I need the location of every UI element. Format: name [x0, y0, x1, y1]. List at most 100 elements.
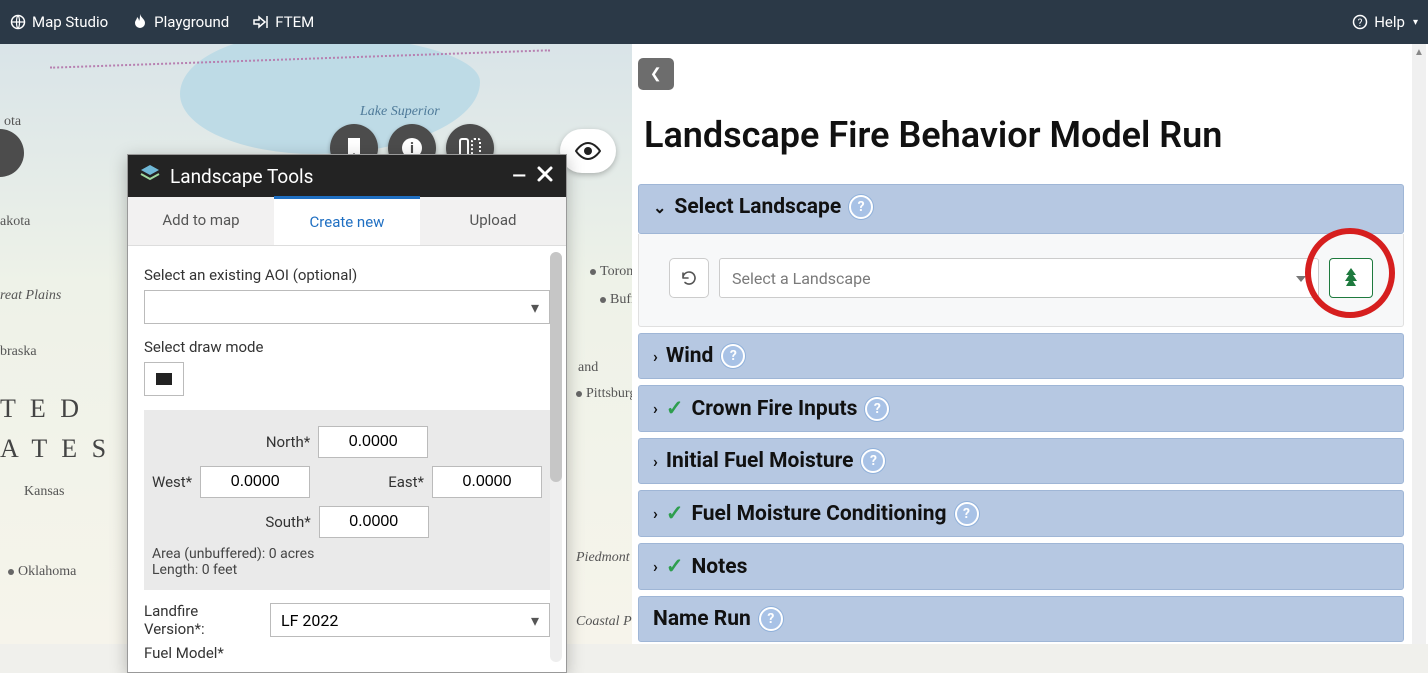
landfire-version-select[interactable]: LF 2022 — [270, 603, 550, 637]
east-input[interactable] — [432, 466, 542, 498]
aoi-select[interactable] — [144, 290, 550, 324]
map-label-plains: reat Plains — [0, 288, 61, 304]
help-badge-icon[interactable]: ? — [849, 195, 873, 219]
chevron-right-icon: › — [653, 399, 658, 418]
nav-map-studio-label: Map Studio — [32, 13, 108, 31]
area-line: Area (unbuffered): 0 acres — [152, 546, 542, 562]
section-select-landscape-label: Select Landscape — [674, 195, 841, 219]
coordinate-box: North* West* East* South* Area (unbuffer… — [144, 410, 550, 590]
tools-title: Landscape Tools — [170, 165, 502, 188]
section-name-run-label: Name Run — [653, 607, 751, 631]
map-label-pittsburgh: Pittsburgl — [576, 386, 632, 402]
help-badge-icon[interactable]: ? — [865, 397, 889, 421]
help-icon: ? — [1352, 14, 1368, 30]
chevron-right-icon: › — [653, 504, 658, 523]
west-label: West* — [152, 473, 192, 491]
panel-back-button[interactable]: ❮ — [638, 58, 674, 90]
map-label-toronto: Toront — [590, 264, 632, 280]
check-icon: ✓ — [666, 554, 684, 579]
map-label-oklahoma: Oklahoma — [8, 564, 76, 580]
nav-help-label: Help — [1374, 13, 1405, 31]
landscape-select-placeholder: Select a Landscape — [732, 269, 871, 288]
section-initial-fuel-label: Initial Fuel Moisture — [666, 449, 854, 473]
check-icon: ✓ — [666, 501, 684, 526]
help-badge-icon[interactable]: ? — [955, 502, 979, 526]
right-scrollbar[interactable]: ▲ — [1412, 44, 1426, 644]
section-select-landscape[interactable]: ⌄ Select Landscape ? — [638, 184, 1404, 234]
accordion: ⌄ Select Landscape ? Select a Landscape … — [638, 184, 1404, 644]
select-landscape-body: Select a Landscape — [638, 234, 1404, 327]
refresh-button[interactable] — [669, 258, 709, 298]
tab-create-new[interactable]: Create new — [274, 196, 420, 245]
map-left-expand-button[interactable] — [0, 129, 24, 177]
create-landscape-button[interactable] — [1329, 258, 1373, 298]
eye-icon — [575, 142, 601, 160]
help-badge-icon[interactable]: ? — [721, 344, 745, 368]
section-wind[interactable]: › Wind ? — [638, 333, 1404, 379]
tools-scrollbar-thumb[interactable] — [550, 252, 562, 482]
nav-playground-label: Playground — [154, 13, 229, 31]
tab-add-to-map[interactable]: Add to map — [128, 197, 274, 245]
north-label: North* — [266, 433, 310, 451]
landfire-version-label: Landfire Version*: — [144, 602, 254, 638]
section-crown-fire[interactable]: › ✓ Crown Fire Inputs ? — [638, 385, 1404, 432]
layers-icon — [140, 164, 160, 189]
close-button[interactable] — [536, 165, 554, 188]
right-panel: ▲ ❯ ❮ Landscape Fire Behavior Model Run … — [632, 44, 1428, 644]
chevron-right-icon: › — [653, 347, 658, 366]
flame-icon — [132, 14, 148, 30]
landscape-tools-panel: Landscape Tools — Add to map Create new … — [127, 154, 567, 673]
map-label-ates: A T E S — [0, 434, 110, 464]
section-wind-label: Wind — [666, 344, 714, 368]
chevron-down-icon: ⌄ — [653, 198, 666, 217]
top-nav: Map Studio Playground FTEM ? Help — [0, 0, 1428, 44]
nav-ftem[interactable]: FTEM — [253, 13, 314, 31]
map-label-kansas: Kansas — [24, 484, 64, 500]
help-badge-icon[interactable]: ? — [861, 449, 885, 473]
section-initial-fuel[interactable]: › Initial Fuel Moisture ? — [638, 438, 1404, 484]
section-fuel-conditioning-label: Fuel Moisture Conditioning — [691, 502, 946, 526]
landscape-select[interactable]: Select a Landscape — [719, 258, 1319, 298]
minimize-button[interactable]: — — [512, 166, 526, 187]
chevron-right-icon: › — [653, 452, 658, 471]
nav-map-studio[interactable]: Map Studio — [10, 13, 108, 31]
chevron-right-icon: › — [653, 557, 658, 576]
export-icon — [253, 14, 269, 30]
help-badge-icon[interactable]: ? — [759, 607, 783, 631]
map-label-braska: braska — [0, 344, 37, 360]
south-label: South* — [265, 513, 310, 531]
visibility-toggle-button[interactable] — [560, 129, 616, 173]
tools-header[interactable]: Landscape Tools — — [128, 155, 566, 197]
section-name-run[interactable]: Name Run ? — [638, 596, 1404, 642]
aoi-label: Select an existing AOI (optional) — [144, 266, 550, 284]
tree-icon — [1341, 267, 1361, 289]
draw-mode-label: Select draw mode — [144, 338, 550, 356]
map-label-ted: T E D — [0, 394, 83, 424]
west-input[interactable] — [200, 466, 310, 498]
tools-body: Select an existing AOI (optional) Select… — [128, 246, 566, 672]
draw-mode-rectangle-button[interactable] — [144, 362, 184, 396]
section-notes-label: Notes — [691, 555, 747, 579]
map-label-piedmont: Piedmont — [576, 550, 630, 566]
map-label-coastal: Coastal Plai — [576, 614, 632, 630]
tools-tabs: Add to map Create new Upload — [128, 197, 566, 246]
tab-upload[interactable]: Upload — [420, 197, 566, 245]
svg-text:?: ? — [1358, 18, 1363, 29]
nav-playground[interactable]: Playground — [132, 13, 229, 31]
map-label-akota: akota — [0, 214, 30, 230]
section-fuel-conditioning[interactable]: › ✓ Fuel Moisture Conditioning ? — [638, 490, 1404, 537]
scroll-up-arrow[interactable]: ▲ — [1412, 44, 1426, 60]
section-notes[interactable]: › ✓ Notes — [638, 543, 1404, 590]
nav-help[interactable]: ? Help — [1352, 13, 1418, 31]
panel-nav-buttons: ❯ ❮ — [632, 58, 674, 90]
globe-icon — [10, 14, 26, 30]
fuel-model-label: Fuel Model* — [144, 644, 254, 662]
map-label-buffalo: Buffa — [600, 292, 632, 308]
landfire-version-value: LF 2022 — [281, 611, 338, 630]
check-icon: ✓ — [666, 396, 684, 421]
page-title: Landscape Fire Behavior Model Run — [644, 114, 1222, 156]
nav-ftem-label: FTEM — [275, 13, 314, 31]
north-input[interactable] — [318, 426, 428, 458]
length-line: Length: 0 feet — [152, 562, 542, 578]
south-input[interactable] — [319, 506, 429, 538]
